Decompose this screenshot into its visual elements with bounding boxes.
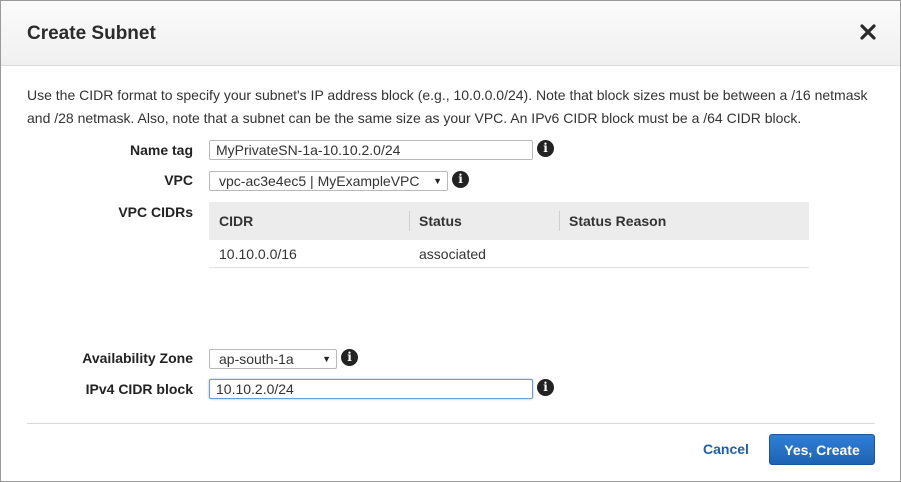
ipv4-cidr-info-icon[interactable]: i xyxy=(537,379,554,396)
table-row: 10.10.0.0/16 associated xyxy=(209,240,809,268)
vpc-label: VPC xyxy=(164,172,193,188)
close-icon[interactable] xyxy=(857,21,879,43)
availability-zone-select-value: ap-south-1a xyxy=(219,351,294,367)
availability-zone-label: Availability Zone xyxy=(82,350,193,366)
column-header-status: Status xyxy=(409,202,559,240)
name-tag-input[interactable] xyxy=(209,140,533,160)
dialog-title: Create Subnet xyxy=(27,23,156,44)
name-tag-info-icon[interactable]: i xyxy=(537,140,554,157)
ipv4-cidr-label: IPv4 CIDR block xyxy=(85,381,193,397)
vpc-cidrs-table: CIDR Status Status Reason 10.10.0.0/16 a… xyxy=(209,202,809,268)
ipv4-cidr-input[interactable] xyxy=(209,379,533,399)
name-tag-label: Name tag xyxy=(129,142,193,158)
vpc-select[interactable]: vpc-ac3e4ec5 | MyExampleVPC ▼ xyxy=(209,171,448,191)
dialog-description: Use the CIDR format to specify your subn… xyxy=(27,87,868,126)
chevron-down-icon: ▼ xyxy=(322,354,331,364)
availability-zone-info-icon[interactable]: i xyxy=(341,349,358,366)
footer-divider xyxy=(27,423,875,424)
cancel-button[interactable]: Cancel xyxy=(703,441,749,457)
create-subnet-dialog: Create Subnet Use the CIDR format to spe… xyxy=(0,0,901,482)
availability-zone-select[interactable]: ap-south-1a ▼ xyxy=(209,349,337,369)
cell-status: associated xyxy=(409,240,559,268)
yes-create-button[interactable]: Yes, Create xyxy=(769,434,875,465)
vpc-info-icon[interactable]: i xyxy=(452,171,469,188)
chevron-down-icon: ▼ xyxy=(433,176,442,186)
table-header-row: CIDR Status Status Reason xyxy=(209,202,809,240)
cell-status-reason xyxy=(559,240,809,268)
cell-cidr: 10.10.0.0/16 xyxy=(209,240,409,268)
dialog-header: Create Subnet xyxy=(1,1,900,66)
vpc-cidrs-label: VPC CIDRs xyxy=(118,204,193,220)
column-header-status-reason: Status Reason xyxy=(559,202,809,240)
vpc-select-value: vpc-ac3e4ec5 | MyExampleVPC xyxy=(219,173,420,189)
column-header-cidr: CIDR xyxy=(209,202,409,240)
